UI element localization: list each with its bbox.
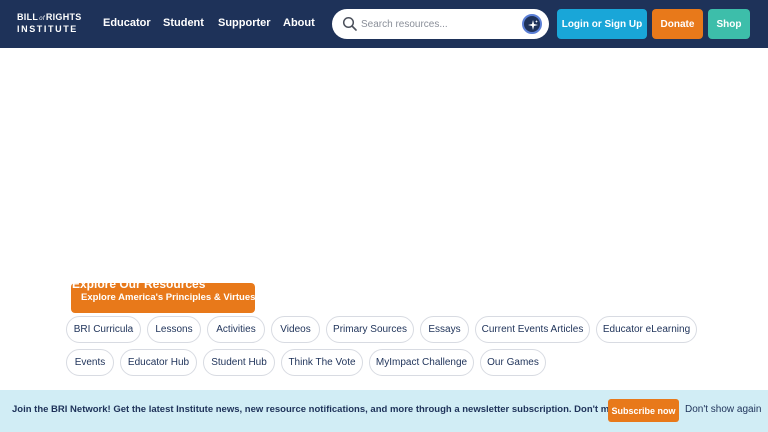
site-header: BILLofRIGHTS INSTITUTE Educator Student … bbox=[0, 0, 768, 48]
login-signup-button[interactable]: Login or Sign Up bbox=[557, 9, 647, 39]
chip-lessons[interactable]: Lessons bbox=[147, 316, 201, 343]
hero-title: Explore Our Resources bbox=[72, 277, 206, 291]
nav-educator[interactable]: Educator bbox=[103, 16, 151, 30]
dont-show-again-link[interactable]: Don't show again bbox=[685, 404, 761, 416]
site-logo[interactable]: BILLofRIGHTS INSTITUTE bbox=[17, 11, 81, 37]
search-input[interactable] bbox=[361, 16, 511, 32]
chip-activities[interactable]: Activities bbox=[207, 316, 265, 343]
chip-events[interactable]: Events bbox=[66, 349, 114, 376]
explore-principles-button[interactable]: Explore Our Resources Explore America's … bbox=[71, 277, 256, 313]
banner-message: Join the BRI Network! Get the latest Ins… bbox=[12, 404, 643, 415]
explore-button-label: Explore America's Principles & Virtues bbox=[81, 292, 256, 303]
chip-educator-hub[interactable]: Educator Hub bbox=[120, 349, 197, 376]
chip-educator-elearning[interactable]: Educator eLearning bbox=[596, 316, 697, 343]
sparkle-icon bbox=[528, 20, 538, 30]
chip-our-games[interactable]: Our Games bbox=[480, 349, 546, 376]
nav-student[interactable]: Student bbox=[163, 16, 204, 30]
newsletter-banner: Join the BRI Network! Get the latest Ins… bbox=[0, 390, 768, 432]
chip-current-events-articles[interactable]: Current Events Articles bbox=[475, 316, 590, 343]
search-icon bbox=[342, 16, 357, 31]
chip-essays[interactable]: Essays bbox=[420, 316, 469, 343]
chip-bri-curricula[interactable]: BRI Curricula bbox=[66, 316, 141, 343]
chip-myimpact-challenge[interactable]: MyImpact Challenge bbox=[369, 349, 474, 376]
chip-videos[interactable]: Videos bbox=[271, 316, 320, 343]
search-box[interactable] bbox=[332, 9, 549, 39]
logo-line-2: INSTITUTE bbox=[17, 24, 78, 34]
chip-student-hub[interactable]: Student Hub bbox=[203, 349, 275, 376]
chip-think-the-vote[interactable]: Think The Vote bbox=[281, 349, 363, 376]
chip-primary-sources[interactable]: Primary Sources bbox=[326, 316, 414, 343]
donate-button[interactable]: Donate bbox=[652, 9, 703, 39]
ai-search-button[interactable] bbox=[522, 14, 542, 34]
nav-supporter[interactable]: Supporter bbox=[218, 16, 271, 30]
subscribe-button[interactable]: Subscribe now bbox=[608, 399, 679, 422]
nav-about[interactable]: About bbox=[283, 16, 315, 30]
shop-button[interactable]: Shop bbox=[708, 9, 750, 39]
logo-line-1: BILLofRIGHTS bbox=[17, 12, 82, 22]
